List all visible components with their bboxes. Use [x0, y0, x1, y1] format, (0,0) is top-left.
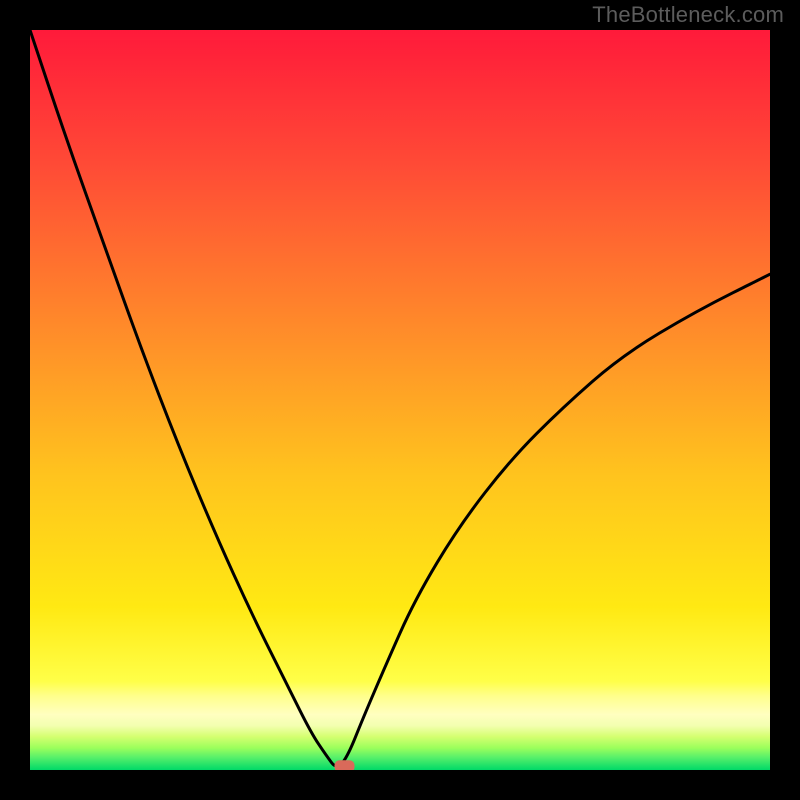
- gradient-background: [30, 30, 770, 770]
- watermark-text: TheBottleneck.com: [592, 2, 784, 28]
- optimum-marker: [335, 760, 355, 770]
- chart-frame: TheBottleneck.com: [0, 0, 800, 800]
- plot-area: [30, 30, 770, 770]
- plot-svg: [30, 30, 770, 770]
